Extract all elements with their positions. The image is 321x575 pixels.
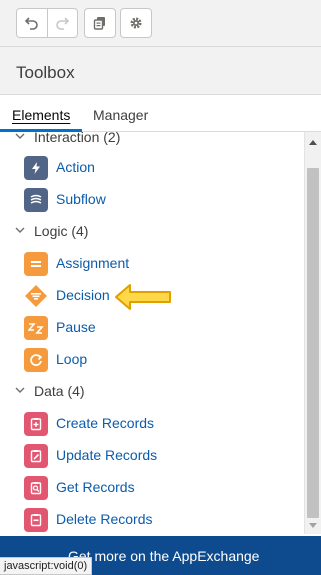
chevron-down-icon bbox=[15, 227, 25, 233]
list-item-create-records[interactable]: Create Records bbox=[0, 409, 300, 439]
list-item-delete-records[interactable]: Delete Records bbox=[0, 505, 300, 534]
assignment-icon bbox=[24, 252, 48, 276]
pause-zz-icon bbox=[24, 316, 48, 340]
settings-button[interactable] bbox=[120, 8, 152, 38]
chevron-down-icon bbox=[15, 387, 25, 393]
section-label: Logic (4) bbox=[34, 223, 89, 239]
list-item-update-records[interactable]: Update Records bbox=[0, 441, 300, 471]
panel-title: Toolbox bbox=[16, 63, 75, 82]
chevron-down-icon bbox=[15, 133, 25, 139]
list-item-label: Create Records bbox=[56, 415, 155, 431]
get-records-icon bbox=[24, 476, 48, 500]
section-label: Interaction (2) bbox=[34, 132, 121, 145]
tab-manager[interactable]: Manager bbox=[93, 107, 148, 123]
appexchange-link[interactable]: Get more on the AppExchange bbox=[68, 548, 259, 564]
undo-button[interactable] bbox=[17, 9, 47, 37]
list-item-label: Delete Records bbox=[56, 511, 153, 527]
pointer-arrow-icon bbox=[115, 284, 171, 310]
list-item-subflow[interactable]: Subflow bbox=[0, 185, 300, 215]
tab-bar: Elements Manager bbox=[0, 96, 321, 132]
list-item-label: Decision bbox=[56, 287, 110, 303]
decision-icon bbox=[24, 284, 48, 308]
section-label: Data (4) bbox=[34, 383, 85, 399]
copy-button[interactable] bbox=[84, 8, 116, 38]
undo-icon bbox=[24, 17, 38, 30]
scroll-down-arrow-icon[interactable] bbox=[309, 523, 317, 528]
list-item-label: Update Records bbox=[56, 447, 158, 463]
panel-header: Toolbox bbox=[0, 47, 321, 95]
section-logic[interactable]: Logic (4) bbox=[0, 218, 300, 246]
gear-icon bbox=[130, 17, 142, 29]
section-interaction[interactable]: Interaction (2) bbox=[0, 132, 300, 152]
lightning-icon bbox=[24, 156, 48, 180]
list-item-label: Assignment bbox=[56, 255, 130, 271]
list-item-label: Loop bbox=[56, 351, 88, 367]
redo-button[interactable] bbox=[46, 9, 77, 37]
list-item-label: Subflow bbox=[56, 191, 106, 207]
list-item-label: Pause bbox=[56, 319, 96, 335]
update-records-icon bbox=[24, 444, 48, 468]
toolbar bbox=[0, 0, 321, 47]
create-records-icon bbox=[24, 412, 48, 436]
list-item-assignment[interactable]: Assignment bbox=[0, 249, 300, 279]
scrollbar-thumb[interactable] bbox=[307, 168, 319, 518]
section-data[interactable]: Data (4) bbox=[0, 378, 300, 406]
copy-icon bbox=[93, 17, 105, 30]
loop-icon bbox=[24, 348, 48, 372]
list-item-label: Get Records bbox=[56, 479, 135, 495]
list-item-loop[interactable]: Loop bbox=[0, 345, 300, 375]
list-item-action[interactable]: Action bbox=[0, 153, 300, 183]
browser-status-bar: javascript:void(0) bbox=[0, 557, 93, 575]
scrollbar[interactable] bbox=[304, 132, 321, 534]
undo-redo-group bbox=[16, 8, 78, 38]
subflow-icon bbox=[24, 188, 48, 212]
delete-records-icon bbox=[24, 508, 48, 532]
status-url: javascript:void(0) bbox=[4, 560, 88, 572]
list-item-get-records[interactable]: Get Records bbox=[0, 473, 300, 503]
tab-elements[interactable]: Elements bbox=[12, 107, 70, 123]
list-item-pause[interactable]: Pause bbox=[0, 313, 300, 343]
list-item-label: Action bbox=[56, 159, 95, 175]
redo-icon bbox=[56, 17, 70, 30]
elements-list: Interaction (2) Action Subflow Logic (4)… bbox=[0, 132, 304, 534]
scroll-up-arrow-icon[interactable] bbox=[309, 140, 317, 145]
